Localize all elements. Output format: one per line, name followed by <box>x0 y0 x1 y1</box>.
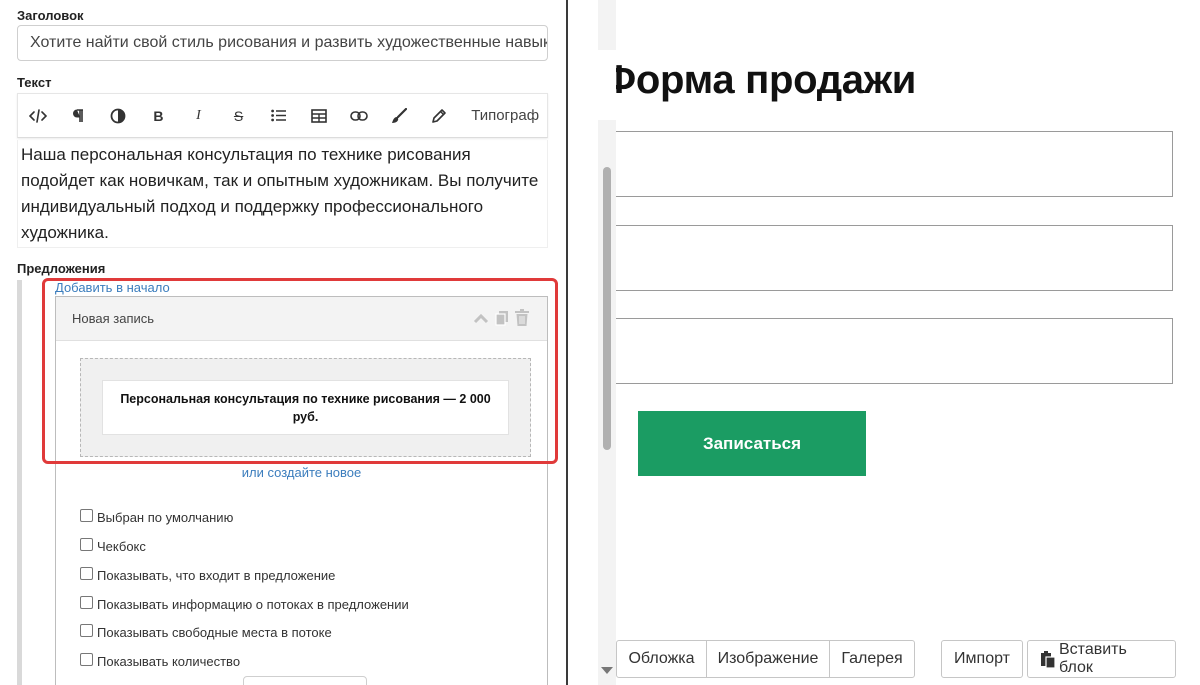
add-to-start-link[interactable]: Добавить в начало <box>55 280 170 295</box>
create-new-offer-link[interactable]: или создайте новое <box>56 465 547 480</box>
paste-block-label: Вставить блок <box>1059 641 1127 676</box>
image-button[interactable]: Изображение <box>706 640 830 678</box>
checkbox-label: Показывать информацию о потоках в предло… <box>97 597 409 612</box>
checkbox-show-quantity[interactable]: Показывать количество <box>80 653 241 669</box>
checkbox-box[interactable] <box>80 509 93 522</box>
checkbox-box[interactable] <box>80 538 93 551</box>
record-actions <box>473 309 529 327</box>
block-settings-panel: Заголовок Хотите найти свой стиль рисова… <box>0 0 566 685</box>
form-heading: Форма продажи <box>602 58 917 102</box>
italic-icon[interactable]: I <box>178 94 218 138</box>
scroll-down-arrow-icon[interactable] <box>601 667 613 674</box>
offers-field-label: Предложения <box>17 261 106 276</box>
checkbox-default-selected[interactable]: Выбран по умолчанию <box>80 509 234 525</box>
pencil-icon[interactable] <box>419 94 459 138</box>
link-icon[interactable] <box>339 94 379 138</box>
paragraph-icon[interactable] <box>58 94 98 138</box>
form-field-1[interactable] <box>616 131 1173 197</box>
contrast-icon[interactable] <box>98 94 138 138</box>
title-input[interactable]: Хотите найти свой стиль рисования и разв… <box>17 25 548 61</box>
checkbox-box[interactable] <box>80 624 93 637</box>
bullet-list-icon[interactable] <box>259 94 299 138</box>
checkbox-box[interactable] <box>80 567 93 580</box>
checkbox-show-streams-info[interactable]: Показывать информацию о потоках в предло… <box>80 596 409 612</box>
checkbox-box[interactable] <box>80 596 93 609</box>
offers-indent-guide <box>17 280 22 685</box>
bold-icon[interactable]: B <box>138 94 178 138</box>
record-title: Новая запись <box>72 311 155 326</box>
checkbox-show-contents[interactable]: Показывать, что входит в предложение <box>80 567 336 583</box>
checkbox-label: Показывать количество <box>97 654 241 669</box>
checkbox-box[interactable] <box>80 653 93 666</box>
brush-icon[interactable] <box>379 94 419 138</box>
preview-scrollbar-thumb[interactable] <box>603 167 611 450</box>
typograph-button[interactable]: Типограф <box>459 94 547 138</box>
import-button[interactable]: Импорт <box>941 640 1023 678</box>
form-field-3[interactable] <box>616 318 1173 384</box>
checkbox-show-free-places[interactable]: Показывать свободные места в потоке <box>80 624 332 640</box>
checkbox-label: Чекбокс <box>97 539 146 554</box>
selected-offer-item[interactable]: Персональная консультация по технике рис… <box>102 380 509 435</box>
checkbox-label: Выбран по умолчанию <box>97 510 234 525</box>
text-editor-body[interactable]: Наша персональная консультация по техник… <box>17 140 548 248</box>
checkbox-label: Показывать, что входит в предложение <box>97 568 336 583</box>
title-field-label: Заголовок <box>17 8 84 23</box>
paste-block-button[interactable]: Вставить блок <box>1027 640 1176 678</box>
block-type-segment: Обложка Изображение Галерея <box>616 640 915 678</box>
submit-button[interactable]: Записаться <box>638 411 866 476</box>
table-icon[interactable] <box>299 94 339 138</box>
strikethrough-icon[interactable]: S <box>219 94 259 138</box>
offer-drop-area: Персональная консультация по технике рис… <box>80 358 531 457</box>
checkbox-checkbox-mode[interactable]: Чекбокс <box>80 538 146 554</box>
checkbox-label: Показывать свободные места в потоке <box>97 625 332 640</box>
record-header: Новая запись <box>56 297 547 341</box>
copy-icon[interactable] <box>495 310 509 326</box>
collapse-icon[interactable] <box>473 312 489 324</box>
offer-record-card: Новая запись Персональная консультация п… <box>55 296 548 685</box>
clipboard-icon <box>1040 650 1056 668</box>
text-editor-toolbar: B I S Типограф <box>17 93 548 138</box>
cover-button[interactable]: Обложка <box>616 640 707 678</box>
code-view-icon[interactable] <box>18 94 58 138</box>
delete-icon[interactable] <box>515 309 529 327</box>
text-field-label: Текст <box>17 75 52 90</box>
partial-button[interactable] <box>243 676 367 685</box>
form-field-2[interactable] <box>616 225 1173 291</box>
heading-clip-mask <box>568 50 616 120</box>
gallery-button[interactable]: Галерея <box>829 640 915 678</box>
